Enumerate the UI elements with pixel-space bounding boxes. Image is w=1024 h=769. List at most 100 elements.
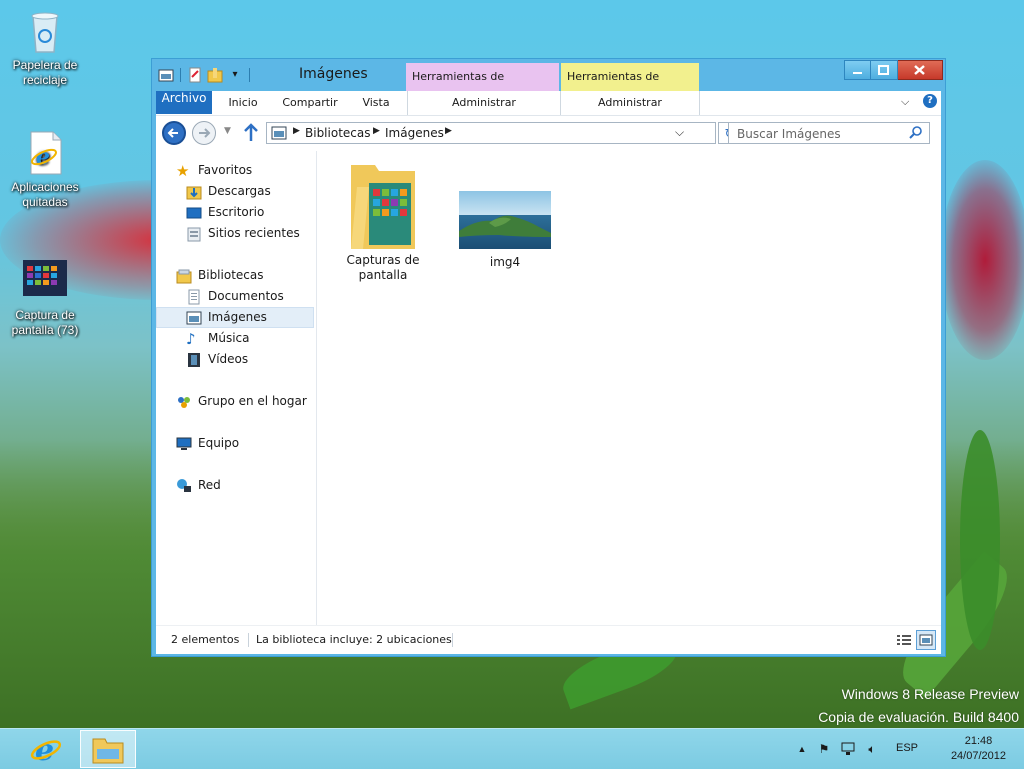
- nav-label: Equipo: [198, 436, 240, 450]
- nav-documents[interactable]: Documentos: [156, 286, 314, 307]
- action-center-flag-icon[interactable]: ⚑: [816, 741, 832, 757]
- input-language[interactable]: ESP: [896, 742, 918, 754]
- expand-ribbon-icon[interactable]: ⌵: [901, 95, 909, 109]
- show-hidden-icons-icon[interactable]: ▲: [794, 741, 810, 757]
- help-icon[interactable]: ?: [923, 94, 937, 108]
- file-name: Capturas de: [346, 253, 420, 267]
- video-film-icon: [186, 352, 202, 368]
- desktop-icon: [186, 205, 202, 221]
- star-icon: ★: [176, 162, 190, 180]
- quick-access-toolbar: ▾: [158, 65, 252, 85]
- tab-compartir[interactable]: Compartir: [276, 91, 344, 114]
- clock-time: 21:48: [964, 735, 993, 747]
- nav-music[interactable]: ♪ Música: [156, 328, 314, 349]
- desktop-icon-label: Captura de pantalla (73): [11, 308, 79, 337]
- taskbar: e ▲ ⚑ 🔈︎ ESP 21:48 24/07/2012: [0, 728, 1024, 769]
- details-view-button[interactable]: [894, 630, 914, 650]
- desktop-icon-label: Aplicaciones quitadas: [11, 180, 79, 209]
- details-view-icon: [897, 635, 911, 645]
- nav-computer[interactable]: Equipo: [156, 433, 314, 454]
- close-button[interactable]: [898, 60, 943, 80]
- nav-label: Escritorio: [208, 205, 265, 219]
- computer-icon: [176, 436, 192, 452]
- forward-button[interactable]: [192, 121, 216, 145]
- recent-places-icon: [186, 226, 202, 242]
- tab-inicio[interactable]: Inicio: [218, 91, 268, 114]
- tab-archivo[interactable]: Archivo: [156, 91, 212, 114]
- context-tab-library-tools: Herramientas de biblioteca: [406, 63, 559, 111]
- address-dropdown-icon[interactable]: ⌵: [675, 125, 684, 140]
- breadcrumb-arrow-icon[interactable]: ▶: [445, 126, 452, 136]
- breadcrumb-imagenes[interactable]: Imágenes: [385, 126, 444, 140]
- large-icons-view-button[interactable]: [916, 630, 936, 650]
- homegroup-icon: [176, 394, 192, 410]
- maximize-button[interactable]: [871, 60, 898, 80]
- tab-vista[interactable]: Vista: [352, 91, 400, 114]
- file-name: pantalla: [358, 268, 408, 282]
- nav-recent-places[interactable]: Sitios recientes: [156, 223, 314, 244]
- tab-administrar-library[interactable]: Administrar: [408, 91, 560, 114]
- nav-favorites[interactable]: ★ Favoritos: [156, 160, 314, 181]
- file-explorer-icon: [91, 735, 125, 768]
- minimize-icon: [853, 72, 862, 74]
- network-icon: [176, 478, 192, 494]
- explorer-window[interactable]: ▾ Imágenes Herramientas de biblioteca He…: [151, 58, 946, 657]
- nav-videos[interactable]: Vídeos: [156, 349, 314, 370]
- taskbar-internet-explorer-button[interactable]: e: [18, 730, 74, 768]
- nav-libraries[interactable]: Bibliotecas: [156, 265, 314, 286]
- file-item-image[interactable]: img4: [457, 191, 553, 270]
- image-thumbnail: [459, 191, 551, 249]
- desktop-icon-screenshot[interactable]: Captura de pantalla (73): [0, 258, 90, 338]
- nav-label: Vídeos: [208, 352, 249, 366]
- address-bar[interactable]: ▶ Bibliotecas ▶ Imágenes ▶ ⌵: [266, 122, 716, 144]
- nav-label: Documentos: [208, 289, 284, 303]
- minimize-button[interactable]: [844, 60, 871, 80]
- title-bar[interactable]: ▾ Imágenes Herramientas de biblioteca He…: [152, 59, 945, 111]
- clock[interactable]: 21:48 24/07/2012: [951, 734, 1006, 764]
- screenshot-image-icon: [23, 258, 67, 304]
- images-icon: [186, 310, 202, 326]
- volume-icon[interactable]: 🔈︎: [864, 741, 880, 757]
- music-note-icon: ♪: [186, 330, 196, 348]
- windows-watermark: Windows 8 Release Preview: [841, 686, 1019, 702]
- nav-label: Red: [198, 478, 221, 492]
- nav-label: Grupo en el hogar: [198, 394, 307, 408]
- network-status-icon[interactable]: [840, 741, 856, 757]
- breadcrumb-bibliotecas[interactable]: Bibliotecas: [305, 126, 370, 140]
- breadcrumb-arrow-icon[interactable]: ▶: [293, 126, 300, 136]
- properties-icon[interactable]: [187, 67, 203, 83]
- window-content: ★ Favoritos Descargas Escritorio Sitios: [156, 151, 941, 625]
- file-item-folder[interactable]: Capturas de pantalla: [335, 157, 431, 283]
- recent-locations-chevron-icon[interactable]: ▼: [224, 126, 231, 136]
- search-input[interactable]: [735, 125, 909, 143]
- tab-administrar-image[interactable]: Administrar: [561, 91, 699, 114]
- desktop-icon-removed-apps[interactable]: e Aplicaciones quitadas: [0, 130, 90, 210]
- nav-label: Música: [208, 331, 250, 345]
- desktop-icon-recycle-bin[interactable]: Papelera de reciclaje: [0, 8, 90, 88]
- nav-desktop[interactable]: Escritorio: [156, 202, 314, 223]
- nav-images-selected[interactable]: Imágenes: [156, 307, 314, 328]
- status-separator: [248, 633, 249, 647]
- background-leaf: [960, 430, 1000, 650]
- documents-icon: [186, 289, 202, 305]
- background-tulip-right: [940, 160, 1024, 360]
- library-images-icon: [271, 126, 287, 143]
- up-arrow-icon[interactable]: [242, 123, 260, 146]
- nav-label: Favoritos: [198, 163, 253, 177]
- search-icon[interactable]: [909, 125, 923, 142]
- nav-label: Descargas: [208, 184, 271, 198]
- customize-toolbar-icon[interactable]: ▾: [227, 67, 243, 83]
- search-box[interactable]: [728, 122, 930, 144]
- navigation-pane[interactable]: ★ Favoritos Descargas Escritorio Sitios: [156, 151, 317, 625]
- taskbar-file-explorer-button[interactable]: [80, 730, 136, 768]
- file-list[interactable]: Capturas de pantalla img4: [317, 151, 941, 625]
- nav-downloads[interactable]: Descargas: [156, 181, 314, 202]
- address-row: ▼ ▶ Bibliotecas ▶ Imágenes ▶ ⌵ ↻: [156, 115, 941, 152]
- nav-network[interactable]: Red: [156, 475, 314, 496]
- nav-homegroup[interactable]: Grupo en el hogar: [156, 391, 314, 412]
- back-button[interactable]: [162, 121, 186, 145]
- new-folder-icon[interactable]: [207, 67, 223, 83]
- window-app-icon[interactable]: [158, 67, 174, 83]
- breadcrumb-arrow-icon[interactable]: ▶: [373, 126, 380, 136]
- forward-arrow-icon: [199, 128, 211, 138]
